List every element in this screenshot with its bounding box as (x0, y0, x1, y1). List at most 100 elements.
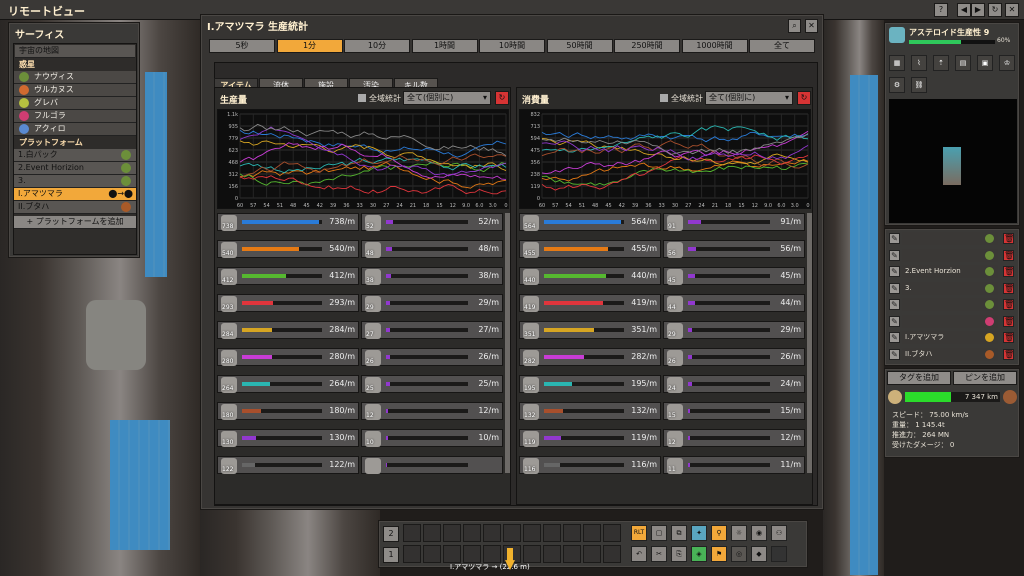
quickbar-row-2[interactable]: 2 (383, 526, 399, 542)
stats-shortcut[interactable]: ⌇ (911, 55, 927, 71)
item-row[interactable]: 119 119/m (519, 429, 661, 447)
close-button[interactable]: ✕ (805, 19, 818, 33)
item-row[interactable]: 280 280/m (217, 348, 359, 366)
quickbar-slot[interactable] (403, 524, 421, 542)
blueprint-tool[interactable]: ▢ (651, 525, 667, 541)
item-row[interactable]: 195 195/m (519, 375, 661, 393)
item-row[interactable]: 91 91/m (663, 213, 805, 231)
edit-icon[interactable]: ✎ (889, 332, 900, 343)
platform-item[interactable]: 2.Event Horizion (14, 162, 136, 175)
forward-button[interactable]: ▶ (971, 3, 985, 17)
timeframe-button[interactable]: 50時間 (546, 39, 613, 53)
quickbar-slot[interactable] (423, 545, 441, 563)
item-row[interactable]: 132 132/m (519, 402, 661, 420)
platform-label[interactable]: 3. (902, 281, 998, 295)
undo-tool[interactable]: ↶ (631, 546, 647, 562)
item-row[interactable]: 29 29/m (361, 294, 503, 312)
quickbar-slot[interactable] (583, 524, 601, 542)
timeframe-button[interactable]: 全て (749, 39, 815, 53)
red-wire-tool[interactable]: ◆ (751, 546, 767, 562)
platform-label[interactable]: II.ブタハ (902, 347, 998, 361)
platform-item[interactable]: 1.白パック (14, 149, 136, 162)
quickbar-slot[interactable] (423, 524, 441, 542)
edit-icon[interactable]: ✎ (889, 315, 900, 327)
network-shortcut[interactable]: ⛓ (911, 77, 927, 93)
item-row[interactable]: 27 27/m (361, 321, 503, 339)
timeframe-button[interactable]: 10時間 (479, 39, 545, 53)
global-checkbox[interactable] (358, 94, 366, 102)
grid-tool[interactable]: ✦ (691, 525, 707, 541)
quickbar-slot[interactable] (603, 545, 621, 563)
add-platform-button[interactable]: + プラットフォームを追加 (14, 216, 136, 229)
paste-tool[interactable]: ⎘ (671, 546, 687, 562)
planet-item-aquilo[interactable]: アクィロ (14, 123, 136, 136)
trash-icon[interactable]: 🗑 (1003, 348, 1014, 360)
production-shortcut[interactable]: ⚙ (889, 77, 905, 93)
platform-label[interactable] (902, 248, 998, 262)
empty-tool[interactable] (771, 546, 787, 562)
item-row[interactable]: 38 38/m (361, 267, 503, 285)
timeframe-button[interactable]: 1分 (276, 39, 343, 53)
trash-icon[interactable]: 🗑 (1003, 332, 1014, 343)
item-row[interactable]: 264 264/m (217, 375, 359, 393)
item-row[interactable] (361, 456, 503, 474)
timeframe-button[interactable]: 5秒 (209, 39, 275, 53)
item-row[interactable]: 412 412/m (217, 267, 359, 285)
item-row[interactable]: 180 180/m (217, 402, 359, 420)
space-map-item[interactable]: 宇宙の地図 (15, 45, 135, 58)
item-row[interactable]: 11 11/m (663, 456, 805, 474)
global-checkbox[interactable] (660, 94, 668, 102)
item-row[interactable]: 738 738/m (217, 213, 359, 231)
train-shortcut[interactable]: ▣ (977, 55, 993, 71)
add-tag-button[interactable]: タグを追加 (887, 371, 951, 385)
close-button[interactable]: ✕ (1005, 3, 1019, 17)
artillery-tool[interactable]: ◎ (731, 546, 747, 562)
platform-label[interactable] (902, 298, 998, 311)
book-shortcut[interactable]: ▤ (955, 55, 971, 71)
filter-dropdown[interactable]: 全て(個別に) ▾ (705, 91, 793, 105)
item-row[interactable]: 440 440/m (519, 267, 661, 285)
item-row[interactable]: 26 26/m (361, 348, 503, 366)
planet-item-gleba[interactable]: グレバ (14, 97, 136, 110)
item-row[interactable]: 44 44/m (663, 294, 805, 312)
trash-icon[interactable]: 🗑 (1003, 266, 1014, 277)
filter-dropdown[interactable]: 全て(個別に) ▾ (403, 91, 491, 105)
upgrade-tool[interactable]: ◈ (691, 546, 707, 562)
timeframe-button[interactable]: 250時間 (614, 39, 680, 53)
quickbar-slot[interactable] (443, 524, 461, 542)
quickbar-slot[interactable] (603, 524, 621, 542)
trash-icon[interactable]: 🗑 (1003, 282, 1014, 294)
item-row[interactable]: 29 29/m (663, 321, 805, 339)
item-row[interactable]: 52 52/m (361, 213, 503, 231)
edit-icon[interactable]: ✎ (889, 249, 900, 261)
item-row[interactable]: 455 455/m (519, 240, 661, 258)
trash-icon[interactable]: 🗑 (1003, 299, 1014, 310)
platform-label[interactable] (902, 314, 998, 328)
item-row[interactable]: 12 12/m (361, 402, 503, 420)
item-row[interactable]: 293 293/m (217, 294, 359, 312)
quickbar-row-1[interactable]: 1 (383, 547, 399, 563)
quickbar-slot[interactable] (503, 524, 521, 542)
map-shortcut[interactable]: ▦ (889, 55, 905, 71)
item-row[interactable]: 116 116/m (519, 456, 661, 474)
item-row[interactable]: 25 25/m (361, 375, 503, 393)
planet-item-vulcanus[interactable]: ヴルカヌス (14, 84, 136, 97)
remote-tool[interactable]: ⚑ (711, 546, 727, 562)
item-row[interactable]: 564 564/m (519, 213, 661, 231)
refresh-button[interactable]: ↻ (988, 3, 1002, 17)
quickbar-slot[interactable] (483, 524, 501, 542)
item-row[interactable]: 26 26/m (663, 348, 805, 366)
deconstruct-tool[interactable]: ⚲ (711, 525, 727, 541)
edit-icon[interactable]: ✎ (889, 233, 900, 244)
planet-item-nauvis[interactable]: ナウヴィス (14, 71, 136, 84)
item-row[interactable]: 45 45/m (663, 267, 805, 285)
planet-item-fulgora[interactable]: フルゴラ (14, 110, 136, 123)
edit-icon[interactable]: ✎ (889, 266, 900, 277)
rlt-button[interactable]: RLT (631, 525, 647, 541)
trash-icon[interactable]: 🗑 (1003, 249, 1014, 261)
quickbar-slot[interactable] (403, 545, 421, 563)
item-row[interactable]: 12 12/m (663, 429, 805, 447)
search-button[interactable]: ⌕ (788, 19, 801, 33)
achievements-shortcut[interactable]: ♔ (999, 55, 1015, 71)
cut-tool[interactable]: ✂ (651, 546, 667, 562)
